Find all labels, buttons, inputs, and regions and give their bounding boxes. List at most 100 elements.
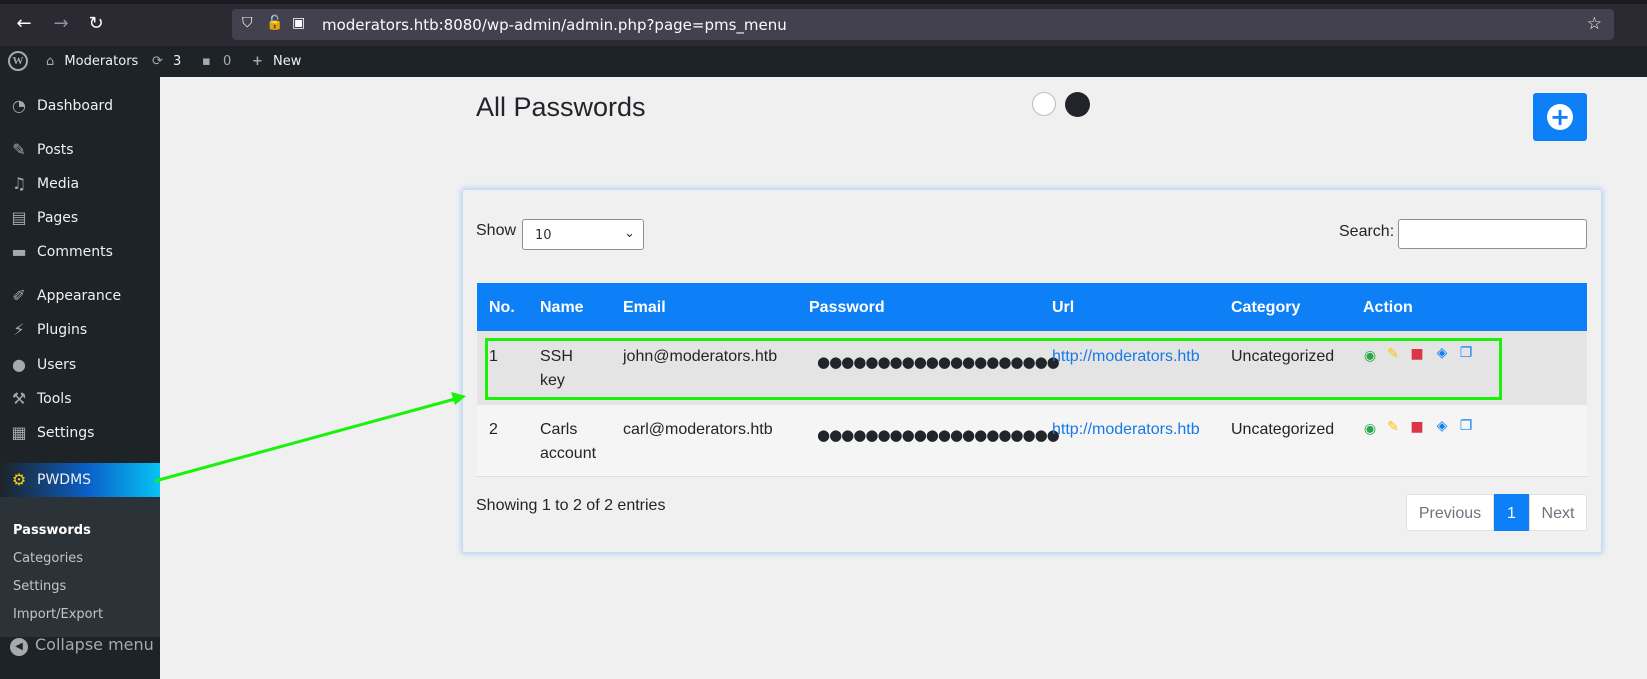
sidebar-item-pwdms[interactable]: ⚙ PWDMS xyxy=(0,463,160,497)
arrow-shaft xyxy=(154,397,456,483)
sidebar-item-label: Settings xyxy=(37,425,95,441)
admin-sidebar: ◔ Dashboard ✎ Posts ♫ Media ▤ Pages ▬ Co… xyxy=(0,77,160,679)
row-name-line1: Carls xyxy=(540,421,578,438)
new-label: New xyxy=(273,54,302,69)
sidebar-item-label: Posts xyxy=(37,142,74,158)
column-header-email[interactable]: Email xyxy=(623,299,666,317)
pagination-previous[interactable]: Previous xyxy=(1406,494,1494,531)
copy-icon[interactable]: ❐ xyxy=(1458,418,1474,434)
sliders-icon: ▦ xyxy=(11,423,27,442)
sidebar-item-label: Pages xyxy=(37,210,79,226)
light-theme-toggle[interactable] xyxy=(1032,92,1056,116)
sidebar-item-dashboard[interactable]: ◔ Dashboard xyxy=(0,89,160,123)
forward-icon: → xyxy=(53,13,69,34)
comments-link[interactable]: ▪ 0 xyxy=(202,46,231,77)
updates-icon: ⟳ xyxy=(152,54,163,69)
row-name-line2: account xyxy=(540,445,597,462)
pwdms-submenu: Passwords Categories Settings Import/Exp… xyxy=(0,497,160,637)
insecure-lock-icon[interactable]: 🔓 xyxy=(266,15,283,31)
comment-icon: ▬ xyxy=(11,242,27,261)
updates-link[interactable]: ⟳ 3 xyxy=(152,46,181,77)
back-button[interactable]: ← xyxy=(12,12,36,36)
search-label: Search: xyxy=(1339,223,1395,240)
copy-password-icon[interactable]: ◈ xyxy=(1434,418,1450,434)
view-eye-icon[interactable]: ◉ xyxy=(1362,421,1378,437)
submenu-import-export[interactable]: Import/Export xyxy=(13,607,103,622)
sidebar-item-posts[interactable]: ✎ Posts xyxy=(0,133,160,167)
sidebar-item-plugins[interactable]: ⚡ Plugins xyxy=(0,313,160,347)
row-email: carl@moderators.htb xyxy=(623,421,773,438)
brush-icon: ✐ xyxy=(12,286,26,305)
plus-circle-icon: + xyxy=(1547,104,1573,130)
sidebar-item-comments[interactable]: ▬ Comments xyxy=(0,235,160,269)
site-name: Moderators xyxy=(64,54,139,69)
sidebar-item-appearance[interactable]: ✐ Appearance xyxy=(0,279,160,313)
sidebar-item-users[interactable]: ● Users xyxy=(0,348,160,382)
collapse-label: Collapse menu xyxy=(35,635,154,654)
forward-button[interactable]: → xyxy=(49,12,73,36)
column-header-no[interactable]: No. xyxy=(489,299,515,317)
user-icon: ● xyxy=(12,355,26,374)
pin-icon: ✎ xyxy=(12,140,26,159)
sidebar-item-label: Users xyxy=(37,357,77,373)
sidebar-item-settings[interactable]: ▦ Settings xyxy=(0,416,160,450)
column-header-url[interactable]: Url xyxy=(1052,299,1074,317)
sidebar-item-label: Appearance xyxy=(37,288,122,304)
wrench-icon: ⚒ xyxy=(11,389,27,408)
sidebar-item-label: Media xyxy=(37,176,80,192)
entries-info: Showing 1 to 2 of 2 entries xyxy=(476,497,666,514)
chevron-down-icon: ⌄ xyxy=(624,226,635,241)
row-url-link[interactable]: http://moderators.htb xyxy=(1052,418,1200,442)
sidebar-item-label: Dashboard xyxy=(37,98,113,114)
dashboard-icon: ◔ xyxy=(12,96,26,115)
new-content-link[interactable]: + New xyxy=(252,46,301,77)
browser-toolbar: ← → ↻ ⛉ 🔓 ▣ moderators.htb:8080/wp-admin… xyxy=(0,0,1647,46)
column-header-password[interactable]: Password xyxy=(809,299,885,317)
plug-icon: ⚡ xyxy=(13,320,25,339)
page-length-select[interactable]: 10 ⌄ xyxy=(522,219,644,250)
address-bar[interactable]: ⛉ 🔓 ▣ moderators.htb:8080/wp-admin/admin… xyxy=(232,9,1614,40)
add-password-button[interactable]: + xyxy=(1533,93,1587,141)
pagination-next[interactable]: Next xyxy=(1529,494,1587,531)
media-icon: ♫ xyxy=(11,174,27,193)
row-password-masked: ●●●●●●●●●●●●●●●●●●●● xyxy=(817,426,1060,444)
row-number: 2 xyxy=(489,421,498,438)
reload-icon: ↻ xyxy=(88,13,104,34)
submenu-passwords[interactable]: Passwords xyxy=(13,523,91,538)
comments-count: 0 xyxy=(222,54,232,69)
column-header-category[interactable]: Category xyxy=(1231,299,1300,317)
sidebar-item-media[interactable]: ♫ Media xyxy=(0,167,160,201)
wordpress-logo-icon[interactable]: W xyxy=(8,51,28,71)
shield-icon[interactable]: ⛉ xyxy=(242,15,253,31)
submenu-settings[interactable]: Settings xyxy=(13,579,66,594)
page-length-value: 10 xyxy=(535,228,552,243)
home-icon: ⌂ xyxy=(46,54,55,69)
reload-button[interactable]: ↻ xyxy=(84,12,108,36)
highlight-box xyxy=(485,338,1502,400)
collapse-menu-button[interactable]: ◀ Collapse menu xyxy=(10,635,154,656)
edit-pencil-icon[interactable]: ✎ xyxy=(1385,419,1401,435)
show-label: Show xyxy=(476,222,517,239)
sidebar-item-label: Plugins xyxy=(37,322,88,338)
delete-trash-icon[interactable]: ■ xyxy=(1409,419,1425,435)
site-name-link[interactable]: ⌂ Moderators xyxy=(46,46,138,77)
page-title: All Passwords xyxy=(476,92,646,122)
back-icon: ← xyxy=(16,13,32,34)
submenu-categories[interactable]: Categories xyxy=(13,551,83,566)
plus-icon: + xyxy=(252,54,263,69)
column-header-name[interactable]: Name xyxy=(540,299,584,317)
collapse-arrow-icon: ◀ xyxy=(10,638,28,656)
search-input[interactable] xyxy=(1398,219,1587,249)
table-row: 2 Carls account carl@moderators.htb ●●●●… xyxy=(477,405,1587,477)
column-header-action: Action xyxy=(1363,299,1413,316)
comment-bubble-icon: ▪ xyxy=(202,54,211,69)
sidebar-item-tools[interactable]: ⚒ Tools xyxy=(0,382,160,416)
page-icon[interactable]: ▣ xyxy=(292,15,305,31)
url-text[interactable]: moderators.htb:8080/wp-admin/admin.php?p… xyxy=(322,16,787,34)
pagination-page-1[interactable]: 1 xyxy=(1494,494,1529,531)
dark-theme-toggle[interactable] xyxy=(1065,92,1090,117)
tab-strip xyxy=(0,0,1647,4)
bookmark-star-icon[interactable]: ☆ xyxy=(1587,14,1602,34)
sidebar-item-pages[interactable]: ▤ Pages xyxy=(0,201,160,235)
updates-count: 3 xyxy=(173,54,182,69)
